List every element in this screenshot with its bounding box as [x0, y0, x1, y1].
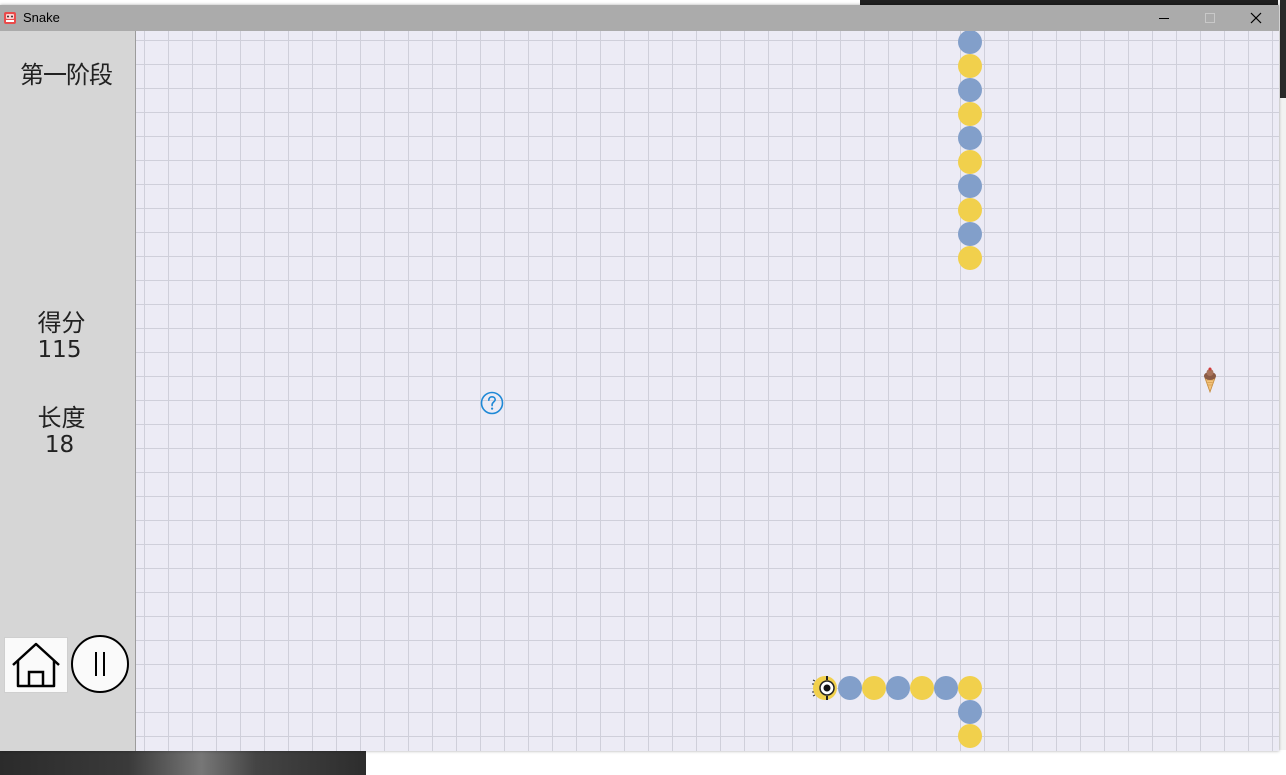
- length-label: 长度: [37, 404, 86, 432]
- stage-label: 第一阶段: [20, 61, 113, 89]
- pause-icon: [71, 635, 129, 693]
- pause-button[interactable]: [71, 635, 129, 693]
- snake-segment: [958, 102, 982, 126]
- snake-segment: [958, 126, 982, 150]
- snake-segment: [910, 676, 934, 700]
- close-button[interactable]: [1233, 5, 1279, 31]
- snake-segment: [958, 150, 982, 174]
- snake-segment: [958, 676, 982, 700]
- maximize-icon: [1205, 13, 1215, 23]
- close-icon: [1250, 12, 1262, 24]
- minimize-icon: [1159, 18, 1169, 19]
- snake-segment: [934, 676, 958, 700]
- snake-segment: [886, 676, 910, 700]
- snake-segment: [958, 724, 982, 748]
- app-icon: [4, 12, 16, 24]
- snake-window: Snake 第一阶段 得分 115 长度 18: [0, 5, 1279, 751]
- home-icon: [12, 642, 60, 688]
- length-value: 18: [44, 432, 75, 458]
- ice-cream-icon: [1204, 367, 1216, 393]
- home-button[interactable]: [4, 637, 68, 693]
- maximize-button[interactable]: [1187, 5, 1233, 31]
- snake-segment: [958, 700, 982, 724]
- sidebar: 第一阶段 得分 115 长度 18: [0, 31, 136, 751]
- snake-segment: [958, 54, 982, 78]
- score-value: 115: [37, 337, 82, 363]
- minimize-button[interactable]: [1141, 5, 1187, 31]
- score-label: 得分: [37, 309, 86, 337]
- snake-segment: [958, 246, 982, 270]
- game-board[interactable]: [136, 31, 1279, 751]
- snake-head: [812, 676, 837, 700]
- desktop-background-light: [366, 750, 1286, 775]
- desktop-background-strip: [1278, 0, 1286, 775]
- snake-segment: [958, 31, 982, 54]
- snake-segment: [958, 78, 982, 102]
- title-bar[interactable]: Snake: [0, 5, 1279, 31]
- desktop-background-dark: [1280, 0, 1286, 98]
- snake-segment: [838, 676, 862, 700]
- help-icon: [480, 391, 504, 415]
- window-title: Snake: [23, 10, 60, 25]
- snake-segment: [958, 174, 982, 198]
- snake-segment: [862, 676, 886, 700]
- snake-segment: [958, 222, 982, 246]
- snake-segment: [958, 198, 982, 222]
- desktop-wallpaper: [0, 750, 366, 775]
